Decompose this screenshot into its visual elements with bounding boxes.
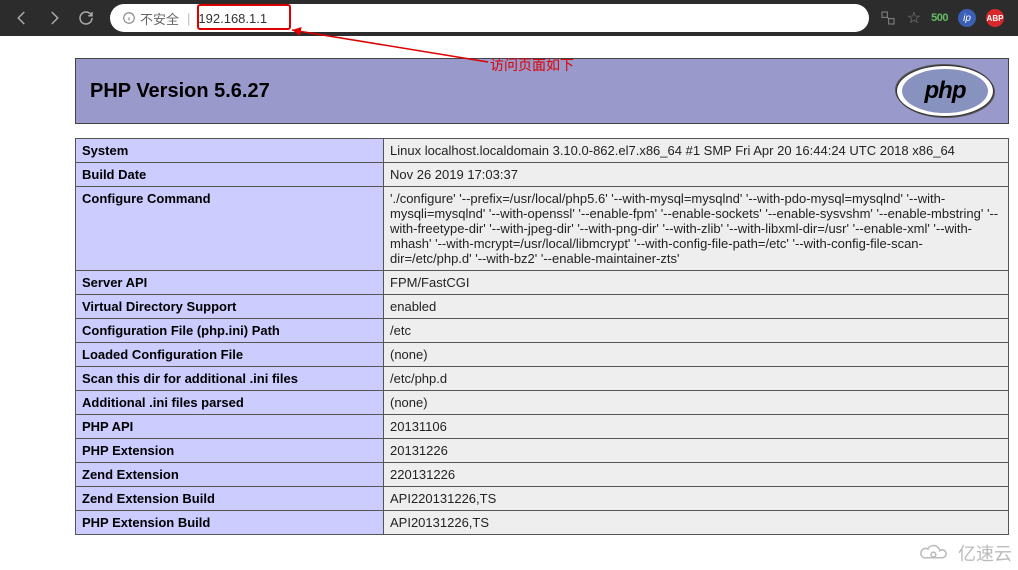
info-key: Zend Extension — [76, 463, 384, 487]
url-bar[interactable]: 不安全 | 192.168.1.1 — [110, 4, 869, 32]
info-key: Configure Command — [76, 187, 384, 271]
extension-ip[interactable]: ip — [958, 9, 976, 27]
info-key: System — [76, 139, 384, 163]
forward-button[interactable] — [40, 4, 68, 32]
table-row: Build DateNov 26 2019 17:03:37 — [76, 163, 1009, 187]
extension-area: ☆ 500 ip ABP — [879, 8, 1010, 28]
info-value: API20131226,TS — [384, 511, 1009, 535]
info-value: enabled — [384, 295, 1009, 319]
phpinfo-container: PHP Version 5.6.27 php SystemLinux local… — [75, 58, 1009, 535]
back-button[interactable] — [8, 4, 36, 32]
watermark-text: 亿速云 — [958, 540, 1012, 566]
info-key: Zend Extension Build — [76, 487, 384, 511]
info-key: Loaded Configuration File — [76, 343, 384, 367]
extension-500[interactable]: 500 — [931, 12, 948, 24]
page-title: PHP Version 5.6.27 — [90, 80, 270, 103]
info-value: Nov 26 2019 17:03:37 — [384, 163, 1009, 187]
info-value: /etc — [384, 319, 1009, 343]
extension-abp[interactable]: ABP — [986, 9, 1004, 27]
info-value: (none) — [384, 343, 1009, 367]
insecure-label: 不安全 — [140, 9, 179, 28]
table-row: PHP Extension BuildAPI20131226,TS — [76, 511, 1009, 535]
table-row: PHP API20131106 — [76, 415, 1009, 439]
annotation-text: 访问页面如下 — [490, 55, 574, 75]
info-key: Build Date — [76, 163, 384, 187]
reload-button[interactable] — [72, 4, 100, 32]
info-value: /etc/php.d — [384, 367, 1009, 391]
php-logo-text: php — [902, 69, 988, 113]
info-key: Scan this dir for additional .ini files — [76, 367, 384, 391]
browser-toolbar: 不安全 | 192.168.1.1 ☆ 500 ip ABP — [0, 0, 1018, 36]
translate-icon[interactable] — [879, 9, 897, 27]
table-row: Additional .ini files parsed(none) — [76, 391, 1009, 415]
table-row: Zend Extension BuildAPI220131226,TS — [76, 487, 1009, 511]
url-text: 192.168.1.1 — [198, 11, 267, 26]
info-value: 20131106 — [384, 415, 1009, 439]
info-key: PHP API — [76, 415, 384, 439]
site-info-icon[interactable]: 不安全 — [122, 9, 179, 28]
page-content: PHP Version 5.6.27 php SystemLinux local… — [0, 36, 1018, 535]
bookmark-star-icon[interactable]: ☆ — [907, 8, 921, 28]
url-separator: | — [185, 11, 192, 26]
info-value: FPM/FastCGI — [384, 271, 1009, 295]
watermark: 亿速云 — [916, 540, 1012, 566]
info-key: PHP Extension — [76, 439, 384, 463]
info-key: Server API — [76, 271, 384, 295]
info-key: Configuration File (php.ini) Path — [76, 319, 384, 343]
info-value: 220131226 — [384, 463, 1009, 487]
table-row: Configuration File (php.ini) Path/etc — [76, 319, 1009, 343]
table-row: SystemLinux localhost.localdomain 3.10.0… — [76, 139, 1009, 163]
table-row: Loaded Configuration File(none) — [76, 343, 1009, 367]
info-key: PHP Extension Build — [76, 511, 384, 535]
cloud-icon — [916, 542, 954, 564]
info-value: 20131226 — [384, 439, 1009, 463]
phpinfo-table: SystemLinux localhost.localdomain 3.10.0… — [75, 138, 1009, 535]
table-row: Configure Command'./configure' '--prefix… — [76, 187, 1009, 271]
table-row: PHP Extension20131226 — [76, 439, 1009, 463]
table-row: Scan this dir for additional .ini files/… — [76, 367, 1009, 391]
info-value: './configure' '--prefix=/usr/local/php5.… — [384, 187, 1009, 271]
info-value: (none) — [384, 391, 1009, 415]
php-logo: php — [896, 65, 994, 117]
info-key: Virtual Directory Support — [76, 295, 384, 319]
table-row: Virtual Directory Supportenabled — [76, 295, 1009, 319]
info-value: API220131226,TS — [384, 487, 1009, 511]
table-row: Server APIFPM/FastCGI — [76, 271, 1009, 295]
table-row: Zend Extension220131226 — [76, 463, 1009, 487]
info-value: Linux localhost.localdomain 3.10.0-862.e… — [384, 139, 1009, 163]
info-key: Additional .ini files parsed — [76, 391, 384, 415]
